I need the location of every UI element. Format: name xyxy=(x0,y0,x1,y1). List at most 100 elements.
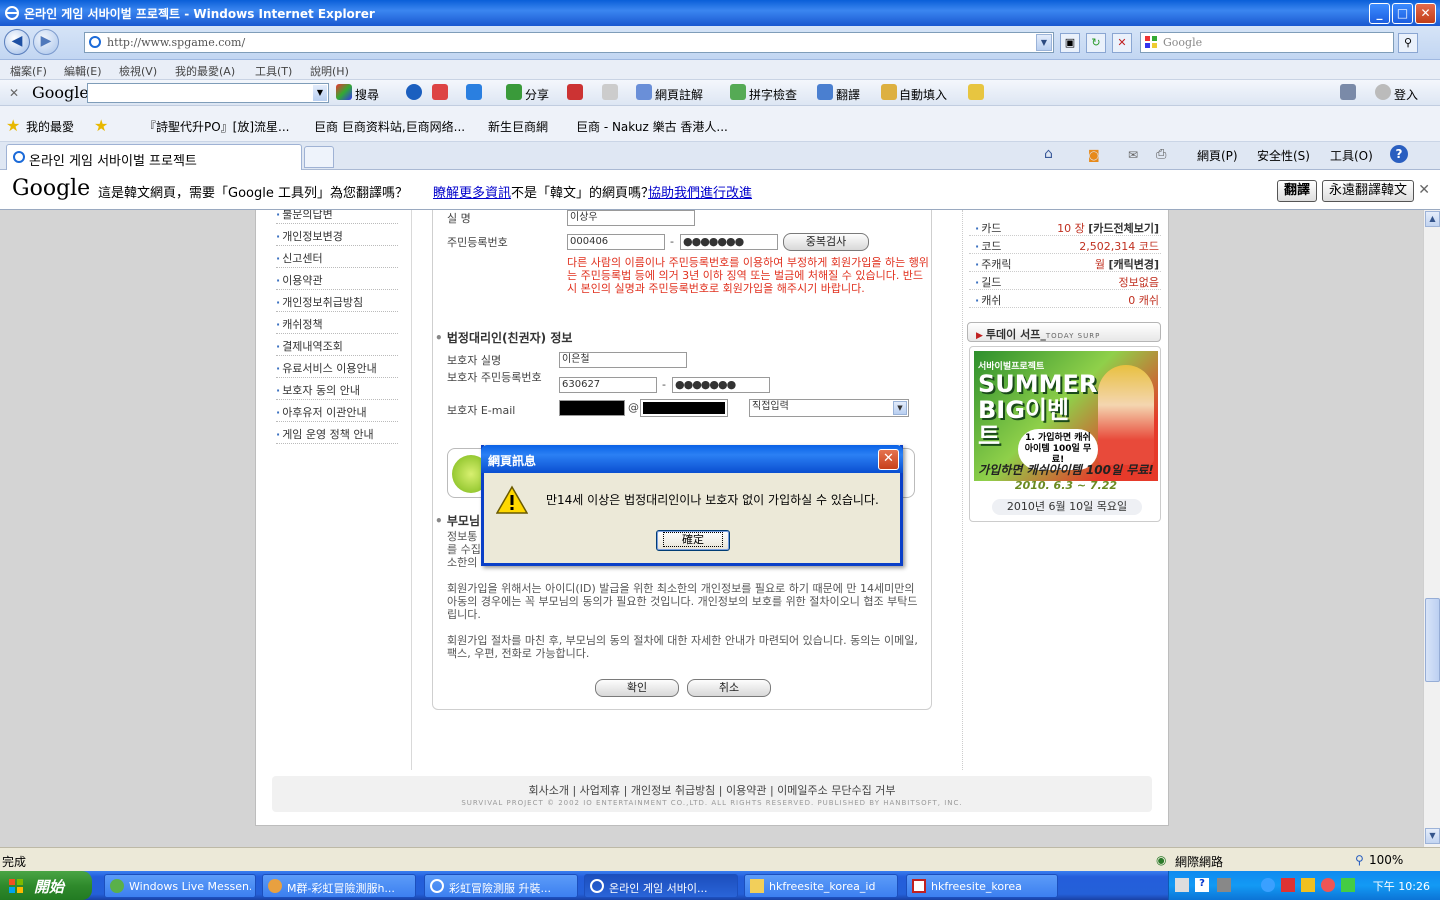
address-dropdown-icon[interactable]: ▼ xyxy=(1036,34,1052,51)
wrench-icon[interactable] xyxy=(1340,84,1356,100)
always-translate-button[interactable]: 永遠翻譯韓文 xyxy=(1322,180,1415,202)
dialog-ok-button[interactable]: 確定 xyxy=(656,530,730,551)
nav-item-policy[interactable]: 게임 운영 정책 안내 xyxy=(276,422,398,444)
close-window-button[interactable]: ✕ xyxy=(1415,3,1436,24)
tray-security-icon[interactable] xyxy=(1281,878,1295,892)
autofill-icon[interactable] xyxy=(881,84,897,100)
guardian-ssn-back[interactable]: ●●●●●●● xyxy=(672,377,770,393)
forward-button[interactable]: ▶ xyxy=(33,29,59,55)
menu-tools[interactable]: 工具(T) xyxy=(255,63,292,79)
tray-antivirus-icon[interactable] xyxy=(1321,878,1335,892)
stop-icon[interactable]: ✕ xyxy=(1112,33,1132,53)
menu-file[interactable]: 檔案(F) xyxy=(10,63,47,79)
toolbar-translate[interactable]: 翻譯 xyxy=(836,86,860,103)
ssn-back-field[interactable]: ●●●●●●● xyxy=(680,234,778,250)
favorites-button[interactable]: 我的最愛 xyxy=(26,118,74,135)
add-favorite-icon[interactable]: ★ xyxy=(94,116,108,135)
translate-close-icon[interactable]: ✕ xyxy=(1418,182,1430,198)
cancel-button[interactable]: 취소 xyxy=(687,679,771,697)
nav-item-terms[interactable]: 이용약관 xyxy=(276,268,398,290)
plus-icon[interactable] xyxy=(466,84,482,100)
footer-links[interactable]: 회사소개 | 사업제휴 | 개인정보 취급방침 | 이용약관 | 이메일주소 무… xyxy=(272,782,1152,798)
guardian-name-field[interactable]: 이은철 xyxy=(559,352,687,368)
task-ie-1[interactable]: 彩虹冒險測服 升裝... xyxy=(424,874,578,898)
search-go-icon[interactable]: ⚲ xyxy=(1398,33,1418,53)
start-button[interactable]: 開始 xyxy=(0,871,92,900)
tray-messenger-icon[interactable] xyxy=(1341,878,1355,892)
help-icon[interactable]: ? xyxy=(1390,145,1408,163)
nav-item-privacy[interactable]: 개인정보취급방침 xyxy=(276,290,398,312)
nav-item-report[interactable]: 신고센터 xyxy=(276,246,398,268)
nav-item-profile[interactable]: 개인정보변경 xyxy=(276,224,398,246)
globe-icon[interactable] xyxy=(406,84,422,100)
compat-view-icon[interactable]: ▣ xyxy=(1060,33,1080,53)
refresh-icon[interactable]: ↻ xyxy=(1086,33,1106,53)
mail-icon[interactable]: ✉ xyxy=(1128,148,1138,162)
tools-menu[interactable]: 工具(O) xyxy=(1330,147,1373,164)
zoom-level[interactable]: 100% xyxy=(1369,853,1403,867)
share-icon[interactable] xyxy=(506,84,522,100)
translate-icon[interactable] xyxy=(817,84,833,100)
confirm-button[interactable]: 확인 xyxy=(595,679,679,697)
tray-warning-icon[interactable] xyxy=(1301,878,1315,892)
google-search-dropdown-icon[interactable]: ▼ xyxy=(313,85,327,101)
bookmark-icon[interactable] xyxy=(432,84,448,100)
scroll-up-icon[interactable]: ▲ xyxy=(1425,211,1440,227)
favorite-link-2[interactable]: 巨商 巨商资料站,巨商网络... xyxy=(314,118,465,135)
google-toolbar-search[interactable]: ▼ xyxy=(87,83,329,103)
safety-menu[interactable]: 安全性(S) xyxy=(1257,147,1310,164)
page-scrollbar[interactable]: ▲ ▼ xyxy=(1423,210,1440,847)
maximize-button[interactable]: □ xyxy=(1392,3,1413,24)
favorite-link-4[interactable]: 巨商 - Nakuz 樂古 香港人... xyxy=(576,118,728,135)
toolbar-close-icon[interactable]: ✕ xyxy=(9,86,19,100)
guardian-email-domain[interactable] xyxy=(640,399,728,417)
toolbar-autofill[interactable]: 自動填入 xyxy=(899,86,947,103)
email-domain-select[interactable]: 직접입력 ▼ xyxy=(749,399,909,417)
event-banner[interactable]: 서바이벌프로젝트 SUMMER BIG이벤트 1. 가입하면 캐쉬아이템 100… xyxy=(969,346,1161,522)
task-folder[interactable]: hkfreesite_korea_id xyxy=(744,874,898,898)
task-messenger[interactable]: Windows Live Messen... xyxy=(104,874,256,898)
home-icon[interactable]: ⌂ xyxy=(1044,146,1053,162)
scroll-thumb[interactable] xyxy=(1425,598,1440,682)
nav-item-partial[interactable]: 불문의답변 xyxy=(276,210,398,224)
address-bar[interactable]: http://www.spgame.com/ ▼ xyxy=(84,32,1054,53)
task-chat[interactable]: M群-彩虹冒險測服h... xyxy=(262,874,416,898)
nav-item-payment[interactable]: 결제내역조회 xyxy=(276,334,398,356)
menu-favorites[interactable]: 我的最愛(A) xyxy=(175,63,235,79)
menu-edit[interactable]: 編輯(E) xyxy=(64,63,102,79)
toolbar-search[interactable]: 搜尋 xyxy=(355,86,379,103)
guardian-ssn-front[interactable]: 630627 xyxy=(559,377,657,393)
tray-input-icon[interactable] xyxy=(1217,878,1231,892)
favorites-star-icon[interactable]: ★ xyxy=(6,116,20,135)
dialog-close-icon[interactable]: ✕ xyxy=(878,449,899,470)
tray-network-icon[interactable] xyxy=(1261,878,1275,892)
toolbar-share[interactable]: 分享 xyxy=(525,86,549,103)
new-tab-button[interactable] xyxy=(304,146,334,168)
toolbar-spellcheck[interactable]: 拼字檢查 xyxy=(749,86,797,103)
popup-blocker-icon[interactable] xyxy=(567,84,583,100)
page-menu[interactable]: 網頁(P) xyxy=(1197,147,1238,164)
name-field[interactable]: 이상우 xyxy=(567,210,695,226)
nav-item-guardian[interactable]: 보호자 동의 안내 xyxy=(276,378,398,400)
guardian-email-user[interactable] xyxy=(559,400,625,416)
google-search-icon[interactable] xyxy=(336,84,352,100)
address-url[interactable]: http://www.spgame.com/ xyxy=(107,36,245,49)
menu-help[interactable]: 說明(H) xyxy=(310,63,349,79)
nav-item-transfer[interactable]: 아후유저 이관안내 xyxy=(276,400,398,422)
card-view-link[interactable]: [카드전체보기] xyxy=(1088,222,1159,235)
toolbar-notebook[interactable]: 網頁註解 xyxy=(655,86,703,103)
search-box[interactable]: Google xyxy=(1140,32,1394,53)
favorite-link-1[interactable]: 『詩聖代升PO』[放]流星... xyxy=(144,118,290,135)
google-toolbar-logo[interactable]: Google xyxy=(32,83,89,102)
back-button[interactable]: ◀ xyxy=(4,29,30,55)
task-pdf[interactable]: hkfreesite_korea xyxy=(906,874,1058,898)
zoom-icon[interactable]: ⚲ xyxy=(1355,853,1364,867)
select-dropdown-icon[interactable]: ▼ xyxy=(893,401,907,415)
minimize-button[interactable]: _ xyxy=(1369,3,1390,24)
keyboard-icon[interactable] xyxy=(1175,878,1189,892)
nav-item-paid[interactable]: 유료서비스 이용안내 xyxy=(276,356,398,378)
menu-view[interactable]: 檢視(V) xyxy=(119,63,157,79)
ssn-front-field[interactable]: 000406 xyxy=(567,234,665,250)
learn-more-link[interactable]: 瞭解更多資訊 xyxy=(433,182,511,201)
tray-help-icon[interactable]: ? xyxy=(1195,878,1209,892)
